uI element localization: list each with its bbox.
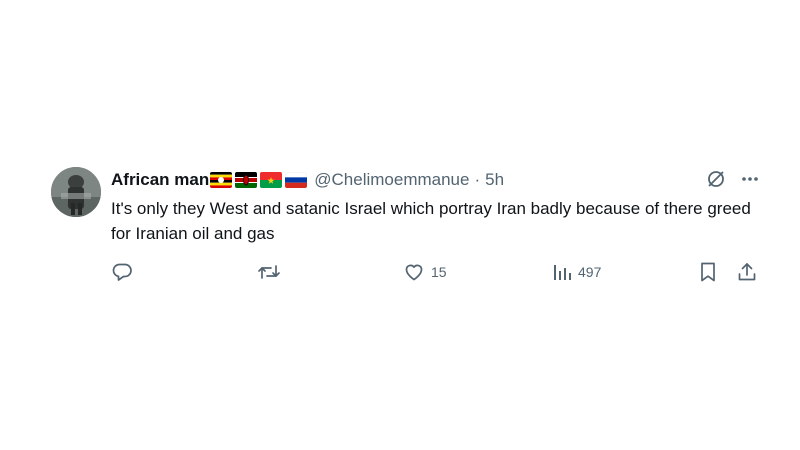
like-count: 15 <box>431 264 447 280</box>
action-bar: 15 497 <box>111 258 761 286</box>
retweet-icon <box>257 261 281 283</box>
flag-emojis <box>210 172 308 188</box>
top-icons <box>705 168 760 190</box>
share-icon <box>736 261 758 283</box>
tweet-header: African man @Chelimoemmanue · 5h <box>111 168 504 192</box>
like-button[interactable]: 15 <box>403 258 447 286</box>
retweet-button[interactable] <box>257 258 287 286</box>
more-icon[interactable] <box>740 169 760 189</box>
bookmark-icon <box>698 261 718 283</box>
burkina-faso-flag-icon <box>260 172 283 188</box>
russia-flag-icon <box>285 172 308 188</box>
views-button[interactable]: 497 <box>552 258 601 286</box>
user-handle[interactable]: @Chelimoemmanue <box>314 170 469 190</box>
timestamp[interactable]: 5h <box>485 170 504 190</box>
separator-dot: · <box>474 170 481 189</box>
views-count: 497 <box>578 264 602 280</box>
share-button[interactable] <box>736 258 758 286</box>
kenya-flag-icon <box>235 172 258 188</box>
display-name[interactable]: African man <box>111 170 209 190</box>
uganda-flag-icon <box>210 172 233 188</box>
views-icon <box>552 262 572 282</box>
bookmark-button[interactable] <box>698 258 718 286</box>
heart-icon <box>403 261 425 283</box>
tweet-text: It's only they West and satanic Israel w… <box>111 199 751 243</box>
reply-icon <box>111 261 133 283</box>
grok-icon[interactable] <box>705 168 727 190</box>
reply-button[interactable] <box>111 258 139 286</box>
avatar[interactable] <box>51 167 101 217</box>
tweet: African man @Chelimoemmanue · 5h It's on… <box>0 0 800 450</box>
